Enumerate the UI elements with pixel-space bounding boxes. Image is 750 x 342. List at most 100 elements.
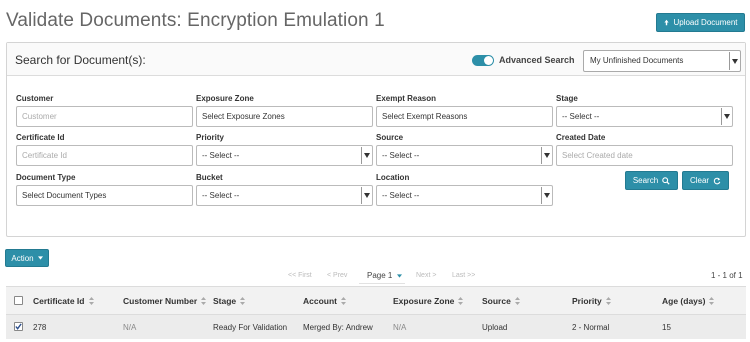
sort-icon [709, 297, 715, 305]
location-select[interactable]: -- Select -- [376, 185, 553, 206]
pager-last-link[interactable]: Last >> [452, 272, 475, 279]
pager-range: 1 - 1 of 1 [711, 271, 743, 280]
refresh-icon [713, 177, 721, 184]
exposure-zone-multiselect[interactable]: Select Exposure Zones [196, 106, 373, 127]
sort-icon [458, 297, 464, 305]
source-select-value: -- Select -- [382, 151, 420, 160]
column-header-priority[interactable]: Priority [572, 296, 611, 306]
sort-icon [341, 297, 346, 305]
exempt-reason-field: Exempt Reason Select Exempt Reasons [376, 94, 553, 127]
column-header-exposure-zone[interactable]: Exposure Zone [393, 296, 464, 306]
search-panel-header: Search for Document(s): Advanced Search … [7, 43, 745, 76]
clear-button[interactable]: Clear [682, 171, 729, 190]
pager-page-select[interactable]: Page 1 [367, 271, 402, 280]
priority-select[interactable]: -- Select -- [196, 145, 373, 166]
cell-stage: Ready For Validation [213, 323, 288, 332]
sort-icon [240, 297, 246, 305]
column-header-age[interactable]: Age (days) [662, 296, 715, 306]
certificate-id-input[interactable]: Certificate Id [16, 145, 193, 166]
chevron-down-icon [541, 187, 551, 204]
saved-search-value: My Unfinished Documents [590, 56, 684, 65]
stage-label: Stage [556, 94, 578, 103]
column-header-label: Account [303, 296, 337, 306]
sort-icon [201, 297, 207, 305]
source-label: Source [376, 133, 404, 142]
priority-select-value: -- Select -- [202, 151, 240, 160]
column-header-label: Exposure Zone [393, 296, 455, 306]
saved-search-select[interactable]: My Unfinished Documents [583, 50, 741, 72]
sort-icon [605, 297, 611, 305]
created-date-label: Created Date [556, 133, 606, 142]
cell-exposure-zone: N/A [393, 323, 407, 332]
column-header-label: Age (days) [662, 296, 706, 306]
priority-field: Priority -- Select -- [196, 133, 373, 166]
pager-divider [359, 283, 405, 284]
stage-select[interactable]: -- Select -- [556, 106, 733, 127]
table-header-row: Certificate Id Customer Number Stage Acc… [6, 287, 746, 315]
column-header-source[interactable]: Source [482, 296, 520, 306]
select-all-checkbox[interactable] [14, 296, 23, 305]
document-type-field: Document Type Select Document Types [16, 173, 193, 206]
customer-field: Customer Customer [16, 94, 193, 127]
search-icon [662, 176, 670, 185]
column-header-customer-number[interactable]: Customer Number [123, 296, 207, 306]
upload-cloud-icon [664, 19, 670, 26]
search-button[interactable]: Search [625, 171, 678, 190]
source-field: Source -- Select -- [376, 133, 553, 166]
bucket-select-value: -- Select -- [202, 191, 240, 200]
upload-document-label: Upload Document [673, 18, 738, 27]
exempt-reason-multiselect[interactable]: Select Exempt Reasons [376, 106, 553, 127]
action-button-label: Action [11, 253, 34, 263]
column-header-stage[interactable]: Stage [213, 296, 246, 306]
chevron-down-icon [721, 108, 731, 125]
source-select[interactable]: -- Select -- [376, 145, 553, 166]
cell-customer-number: N/A [123, 323, 137, 332]
row-checkbox[interactable] [14, 322, 23, 331]
stage-field: Stage -- Select -- [556, 94, 733, 127]
chevron-down-icon [361, 187, 371, 204]
pager-prev-link[interactable]: < Prev [327, 272, 347, 279]
advanced-search-toggle[interactable] [472, 55, 494, 66]
cell-certificate-id[interactable]: 278 [33, 323, 46, 332]
cell-priority: 2 - Normal [572, 323, 610, 332]
caret-down-icon [396, 274, 402, 278]
upload-document-button[interactable]: Upload Document [656, 13, 745, 32]
location-field: Location -- Select -- [376, 173, 553, 206]
cell-age: 15 [662, 323, 671, 332]
column-header-account[interactable]: Account [303, 296, 346, 306]
cell-source: Upload [482, 323, 508, 332]
bucket-label: Bucket [196, 173, 223, 182]
search-panel-title: Search for Document(s): [15, 53, 146, 67]
customer-input[interactable]: Customer [16, 106, 193, 127]
column-header-label: Certificate Id [33, 296, 85, 306]
chevron-down-icon [541, 147, 551, 164]
page-title: Validate Documents: Encryption Emulation… [6, 10, 385, 31]
location-select-value: -- Select -- [382, 191, 420, 200]
cell-account: Merged By: Andrew [303, 323, 373, 332]
stage-select-value: -- Select -- [562, 112, 600, 121]
column-header-label: Stage [213, 296, 237, 306]
certificate-id-label: Certificate Id [16, 133, 65, 142]
action-dropdown-button[interactable]: Action [5, 249, 49, 267]
pager-next-link[interactable]: Next > [416, 272, 436, 279]
exempt-reason-label: Exempt Reason [376, 94, 437, 103]
location-label: Location [376, 173, 410, 182]
bucket-field: Bucket -- Select -- [196, 173, 373, 206]
document-type-label: Document Type [16, 173, 76, 182]
pager-first-link[interactable]: << First [288, 272, 312, 279]
toggle-knob [484, 56, 493, 65]
documents-table: Certificate Id Customer Number Stage Acc… [6, 286, 746, 339]
search-panel: Search for Document(s): Advanced Search … [6, 42, 746, 237]
chevron-down-icon [729, 52, 739, 70]
sort-icon [514, 297, 520, 305]
column-header-certificate-id[interactable]: Certificate Id [33, 296, 94, 306]
document-type-multiselect[interactable]: Select Document Types [16, 185, 193, 206]
exposure-zone-field: Exposure Zone Select Exposure Zones [196, 94, 373, 127]
clear-button-label: Clear [689, 176, 710, 185]
priority-label: Priority [196, 133, 225, 142]
created-date-input[interactable]: Select Created date [556, 145, 733, 166]
table-row[interactable]: 278 N/A Ready For Validation Merged By: … [6, 315, 746, 339]
bucket-select[interactable]: -- Select -- [196, 185, 373, 206]
sort-icon [88, 297, 94, 305]
caret-down-icon [37, 256, 43, 260]
